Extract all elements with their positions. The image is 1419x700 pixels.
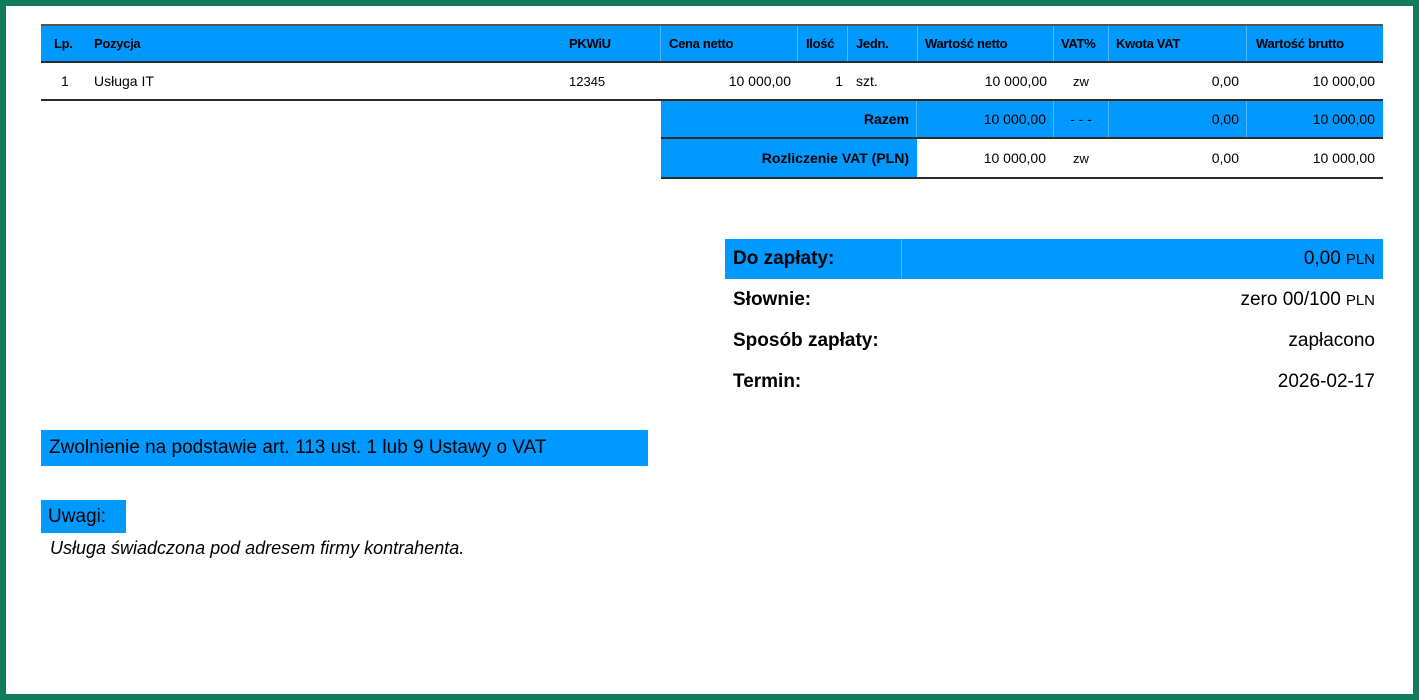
rozliczenie-vat-pct: zw [1073,150,1089,166]
row-jedn: szt. [856,73,878,89]
header-vat-pct: VAT% [1061,36,1096,51]
razem-vat-pct: - - - [1070,111,1092,127]
header-lp: Lp. [54,36,73,51]
row-kwota-vat: 0,00 [1211,73,1239,89]
razem-wartosc-brutto: 10 000,00 [1312,111,1375,127]
row-pozycja: Usługa IT [94,73,154,89]
rozliczenie-label: Rozliczenie VAT (PLN) [661,139,917,177]
due-date-label: Termin: [733,371,802,392]
vat-exemption-note: Zwolnienie na podstawie art. 113 ust. 1 … [41,430,648,466]
row-cena-netto: 10 000,00 [728,73,791,89]
amount-due-label: Do zapłaty: [733,248,835,269]
amount-in-words-label: Słownie: [733,289,812,310]
amount-due-number: 0,00 [1303,248,1341,269]
notes-label: Uwagi: [41,500,126,533]
header-wartosc-netto: Wartość netto [925,36,1008,51]
row-wartosc-brutto: 10 000,00 [1312,73,1375,89]
amount-due-row: Do zapłaty: 0,00 PLN [725,239,1383,279]
payment-method-value: zapłacono [1288,330,1375,351]
amount-in-words-row: Słownie: zero 00/100 PLN [725,280,1383,320]
amount-in-words-currency: PLN [1345,291,1375,309]
row-ilosc: 1 [835,73,843,89]
amount-in-words-value: zero 00/100 PLN [1240,280,1375,320]
amount-in-words-text: zero 00/100 [1240,289,1341,310]
header-kwota-vat: Kwota VAT [1116,36,1180,51]
razem-kwota-vat: 0,00 [1211,111,1239,127]
row-vat-pct: zw [1073,73,1089,89]
header-cena-netto: Cena netto [669,36,734,51]
rozliczenie-wartosc-brutto: 10 000,00 [1312,150,1375,166]
payment-method-label: Sposób zapłaty: [733,330,879,351]
header-pkwiu: PKWiU [569,36,611,51]
due-date-row: Termin: 2026-02-17 [725,362,1383,402]
razem-wartosc-netto: 10 000,00 [983,111,1046,127]
header-wartosc-brutto: Wartość brutto [1256,36,1344,51]
razem-label: Razem [863,111,909,127]
amount-due-currency: PLN [1345,250,1375,268]
totals-rozliczenie-row: Rozliczenie VAT (PLN) 10 000,00 zw 0,00 … [661,139,1383,179]
items-table-header: Lp. Pozycja PKWiU Cena netto Ilość Jedn.… [41,24,1383,63]
header-pozycja: Pozycja [94,36,141,51]
due-date-value: 2026-02-17 [1277,371,1375,392]
notes-text: Usługa świadczona pod adresem firmy kont… [50,538,465,558]
row-pkwiu: 12345 [569,73,606,89]
totals-razem-row: Razem 10 000,00 - - - 0,00 10 000,00 [661,101,1383,139]
row-lp: 1 [61,73,69,89]
payment-method-row: Sposób zapłaty: zapłacono [725,321,1383,361]
header-jedn: Jedn. [856,36,889,51]
rozliczenie-kwota-vat: 0,00 [1211,150,1239,166]
rozliczenie-wartosc-netto: 10 000,00 [983,150,1046,166]
header-ilosc: Ilość [806,36,835,51]
row-wartosc-netto: 10 000,00 [984,73,1047,89]
amount-due-value: 0,00 PLN [1304,239,1375,279]
table-row: 1 Usługa IT 12345 10 000,00 1 szt. 10 00… [41,63,1383,101]
